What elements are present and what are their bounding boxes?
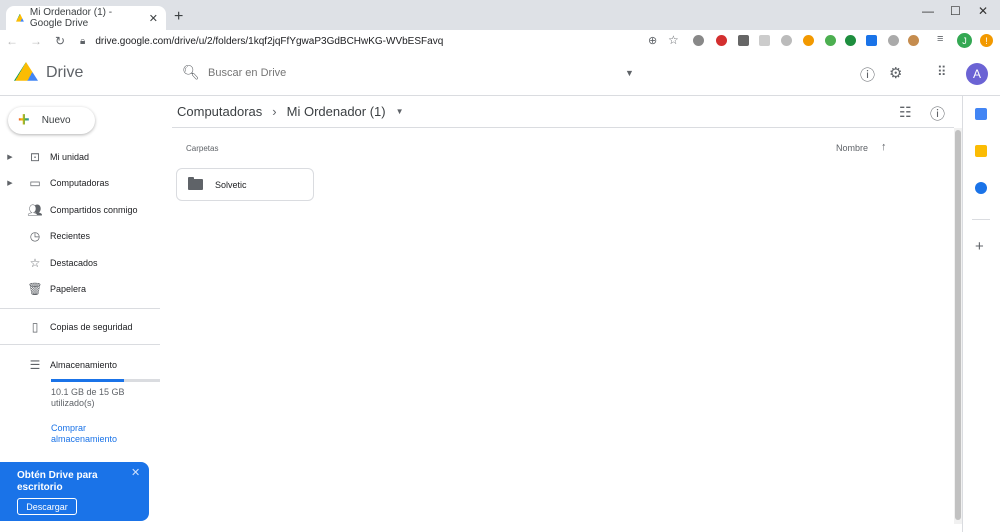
zoom-icon[interactable]: ⊕ <box>648 34 657 47</box>
drive-favicon-icon <box>16 13 24 22</box>
extension-icon[interactable] <box>759 35 770 46</box>
bookmark-star-icon[interactable]: ☆ <box>668 33 679 47</box>
maximize-icon[interactable]: ☐ <box>950 4 961 18</box>
sidebar-item-label: Papelera <box>50 284 87 294</box>
help-icon[interactable]: ⓘ <box>860 64 875 85</box>
storage-usage: 10.1 GB de 15 GB utilizado(s) <box>51 387 125 408</box>
sidebar-item-label: Compartidos conmigo <box>50 205 138 215</box>
extension-icon[interactable] <box>888 35 899 46</box>
sidebar-item-computadoras[interactable]: ▶ ▭ Computadoras <box>0 170 160 196</box>
media-control-icon[interactable]: ≡ <box>937 33 943 45</box>
folder-icon <box>188 177 203 190</box>
divider <box>172 127 954 128</box>
avatar[interactable]: A <box>966 63 988 85</box>
extension-icon[interactable] <box>693 35 704 46</box>
sidebar-item-label: Destacados <box>50 258 98 268</box>
divider <box>972 219 990 220</box>
search-options-icon[interactable]: ▼ <box>625 68 634 78</box>
expand-icon[interactable]: ▶ <box>0 179 20 187</box>
app-name: Drive <box>46 64 84 81</box>
browser-tab[interactable]: Mi Ordenador (1) - Google Drive ✕ <box>6 6 166 30</box>
scrollbar-thumb[interactable] <box>955 130 961 520</box>
lock-icon: 🔒︎ <box>80 35 86 47</box>
sidebar-item-label: Almacenamiento <box>50 360 118 370</box>
gear-icon[interactable]: ⚙ <box>889 64 902 82</box>
plus-icon: + <box>18 109 30 131</box>
chevron-right-icon: › <box>272 104 277 119</box>
computer-icon: ▭ <box>29 176 41 190</box>
adblock-icon[interactable] <box>716 35 727 46</box>
extension-icon[interactable] <box>866 35 877 46</box>
sidebar-item-label: Recientes <box>50 231 91 241</box>
calendar-icon[interactable] <box>975 108 987 120</box>
new-button[interactable]: + Nuevo <box>8 107 95 134</box>
profile-avatar[interactable]: J <box>957 33 972 48</box>
new-tab-button[interactable]: + <box>174 8 183 26</box>
backup-icon: ▯ <box>31 320 39 334</box>
sidebar-item-almacenamiento[interactable]: ☰ Almacenamiento <box>0 352 160 378</box>
section-heading: Carpetas <box>186 144 219 153</box>
sidebar-item-label: Copias de seguridad <box>50 322 133 332</box>
desktop-promo: Obtén Drive para escritorio ✕ Descargar <box>0 462 149 521</box>
star-icon: ☆ <box>29 256 41 270</box>
close-window-icon[interactable]: ✕ <box>978 4 988 18</box>
sidebar-item-recientes[interactable]: ◷ Recientes <box>0 223 160 249</box>
extension-icon[interactable] <box>825 35 836 46</box>
extension-icon[interactable] <box>845 35 856 46</box>
drive-icon: ⊡ <box>29 150 41 164</box>
extension-icon[interactable] <box>908 35 919 46</box>
sort-button[interactable]: Nombre <box>836 143 868 153</box>
address-bar[interactable]: drive.google.com/drive/u/2/folders/1kqf2… <box>95 36 443 47</box>
storage-bar <box>51 379 160 382</box>
storage-bar-fill <box>51 379 125 382</box>
apps-grid-icon[interactable]: ⠿ <box>937 64 947 80</box>
breadcrumb-computadoras[interactable]: Computadoras <box>177 104 262 119</box>
download-button[interactable]: Descargar <box>17 498 77 515</box>
search-icon[interactable]: 🔍︎ <box>182 64 200 81</box>
sidebar-item-papelera[interactable]: 🗑︎ Papelera <box>0 276 160 302</box>
tab-title: Mi Ordenador (1) - Google Drive <box>29 7 113 29</box>
info-icon[interactable]: ⓘ <box>930 103 945 124</box>
sidebar-item-destacados[interactable]: ☆ Destacados <box>0 250 160 276</box>
breadcrumb: Computadoras › Mi Ordenador (1) ▼ <box>177 104 404 119</box>
add-addon-icon[interactable]: + <box>975 238 984 255</box>
buy-storage-link[interactable]: Comprar almacenamiento <box>51 423 131 445</box>
people-icon: 👥︎ <box>27 203 43 217</box>
sidebar-item-label: Mi unidad <box>50 152 90 162</box>
back-icon[interactable]: ← <box>0 34 24 48</box>
tasks-icon[interactable] <box>975 182 987 194</box>
update-alert-icon[interactable]: ! <box>980 34 993 47</box>
search-input[interactable] <box>208 67 508 79</box>
sidebar-item-label: Computadoras <box>50 178 110 188</box>
extension-icon[interactable] <box>738 35 749 46</box>
divider <box>0 308 160 309</box>
sidebar-item-mi-unidad[interactable]: ▶ ⊡ Mi unidad <box>0 144 160 170</box>
expand-icon[interactable]: ▶ <box>0 153 20 161</box>
breadcrumb-current[interactable]: Mi Ordenador (1) <box>287 104 386 119</box>
folder-item[interactable]: Solvetic <box>176 168 314 201</box>
keep-icon[interactable] <box>975 145 987 157</box>
forward-icon[interactable]: → <box>24 34 48 48</box>
folder-name: Solvetic <box>215 179 247 190</box>
clock-icon: ◷ <box>29 229 41 243</box>
reload-icon[interactable]: ↻ <box>48 34 72 48</box>
list-view-icon[interactable]: ☷ <box>899 104 912 121</box>
minimize-icon[interactable]: — <box>922 4 934 18</box>
new-label: Nuevo <box>41 115 71 126</box>
sidebar-item-compartidos[interactable]: 👥︎ Compartidos conmigo <box>0 197 160 223</box>
close-tab-icon[interactable]: ✕ <box>149 12 158 25</box>
storage-icon: ☰ <box>29 358 41 372</box>
chevron-down-icon[interactable]: ▼ <box>396 107 404 116</box>
sidebar-item-copias[interactable]: ▯ Copias de seguridad <box>0 314 160 340</box>
divider <box>0 344 160 345</box>
arrow-up-icon[interactable]: ↑ <box>881 141 887 153</box>
key-extension-icon[interactable] <box>803 35 814 46</box>
side-panel <box>962 96 1000 532</box>
trash-icon: 🗑︎ <box>27 282 43 296</box>
promo-title: Obtén Drive para escritorio <box>17 470 98 493</box>
close-icon[interactable]: ✕ <box>131 466 140 479</box>
extension-icon[interactable] <box>781 35 792 46</box>
